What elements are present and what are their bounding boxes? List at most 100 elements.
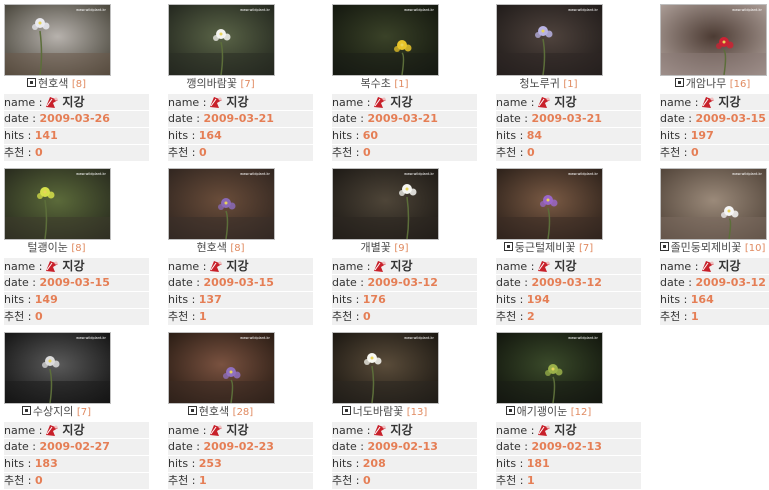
photo-image[interactable]: www.wildplant.kr [497, 169, 602, 239]
author-name[interactable]: 지강 [554, 259, 576, 273]
recommend-count: 1 [526, 474, 535, 487]
item-title-text[interactable]: 복수초 [360, 77, 390, 90]
hit-count: 176 [362, 293, 386, 306]
comment-count: [16] [729, 79, 751, 90]
item-info: name : 지강 date : 2009-03-15 hits : 137 추… [168, 258, 313, 326]
item-title[interactable]: 수상지의 [7] [0, 406, 129, 419]
author-name[interactable]: 지강 [390, 259, 412, 273]
photo-thumbnail[interactable]: www.wildplant.kr [332, 332, 439, 404]
item-title[interactable]: 복수초 [1] [312, 78, 457, 91]
recommend-row: 추천 : 1 [168, 309, 313, 325]
item-title-text[interactable]: 애기괭이눈 [517, 405, 568, 418]
item-title[interactable]: 너도바람꽃 [13] [312, 406, 457, 419]
photo-image[interactable]: www.wildplant.kr [661, 5, 766, 75]
photo-thumbnail[interactable]: www.wildplant.kr [332, 4, 439, 76]
photo-thumbnail[interactable]: www.wildplant.kr [332, 168, 439, 240]
photo-image[interactable]: www.wildplant.kr [497, 333, 602, 403]
item-title[interactable]: 현호색 [8] [0, 78, 129, 91]
photo-image[interactable]: www.wildplant.kr [5, 5, 110, 75]
recommend-count: 2 [526, 310, 535, 323]
item-title[interactable]: 현호색 [28] [148, 406, 293, 419]
item-title-text[interactable]: 현호색 [196, 241, 226, 254]
author-name[interactable]: 지강 [390, 423, 412, 437]
photo-image[interactable]: www.wildplant.kr [169, 333, 274, 403]
photo-thumbnail[interactable]: www.wildplant.kr [168, 332, 275, 404]
watermark: www.wildplant.kr [76, 8, 106, 12]
photo-image[interactable]: www.wildplant.kr [497, 5, 602, 75]
author-name[interactable]: 지강 [718, 259, 740, 273]
item-title[interactable]: 개암나무 [16] [640, 78, 769, 91]
author-name[interactable]: 지강 [62, 95, 84, 109]
hit-count: 141 [34, 129, 58, 142]
item-title-text[interactable]: 둥근털제비꽃 [515, 241, 576, 254]
recommend-count: 0 [34, 474, 43, 487]
comment-count: [1] [563, 79, 578, 90]
photo-image[interactable]: www.wildplant.kr [333, 169, 438, 239]
recommend-row: 추천 : 0 [4, 145, 149, 161]
author-name[interactable]: 지강 [62, 259, 84, 273]
photo-thumbnail[interactable]: www.wildplant.kr [660, 4, 767, 76]
item-title[interactable]: 졸민둥뫼제비꽃 [10] [640, 242, 769, 255]
author-name[interactable]: 지강 [62, 423, 84, 437]
photo-image[interactable]: www.wildplant.kr [333, 333, 438, 403]
new-post-icon [503, 242, 513, 251]
photo-thumbnail[interactable]: www.wildplant.kr [496, 4, 603, 76]
item-title-text[interactable]: 너도바람꽃 [353, 405, 404, 418]
photo-thumbnail[interactable]: www.wildplant.kr [4, 168, 111, 240]
user-icon [702, 261, 715, 272]
item-title-text[interactable]: 개별꽃 [360, 241, 390, 254]
item-title-text[interactable]: 청노루귀 [519, 77, 559, 90]
post-date: 2009-03-12 [695, 276, 766, 289]
author-name[interactable]: 지강 [390, 95, 412, 109]
photo-thumbnail[interactable]: www.wildplant.kr [496, 332, 603, 404]
comment-count: [1] [394, 79, 409, 90]
photo-image[interactable]: www.wildplant.kr [169, 169, 274, 239]
photo-image[interactable]: www.wildplant.kr [333, 5, 438, 75]
author-name[interactable]: 지강 [226, 95, 248, 109]
item-title-text[interactable]: 수상지의 [33, 405, 73, 418]
name-row: name : 지강 [496, 258, 641, 274]
hits-row: hits : 149 [4, 292, 149, 308]
author-name[interactable]: 지강 [554, 423, 576, 437]
photo-thumbnail[interactable]: www.wildplant.kr [660, 168, 767, 240]
item-title-text[interactable]: 현호색 [199, 405, 229, 418]
item-title[interactable]: 애기괭이눈 [12] [476, 406, 621, 419]
photo-image[interactable]: www.wildplant.kr [661, 169, 766, 239]
photo-image[interactable]: www.wildplant.kr [169, 5, 274, 75]
item-title[interactable]: 털괭이눈 [8] [0, 242, 129, 255]
item-title[interactable]: 청노루귀 [1] [476, 78, 621, 91]
new-post-icon [659, 242, 669, 251]
item-title-text[interactable]: 졸민둥뫼제비꽃 [671, 241, 742, 254]
watermark: www.wildplant.kr [568, 8, 598, 12]
photo-thumbnail[interactable]: www.wildplant.kr [496, 168, 603, 240]
photo-thumbnail[interactable]: www.wildplant.kr [168, 4, 275, 76]
comment-count: [7] [579, 243, 594, 254]
comment-count: [12] [570, 407, 592, 418]
new-post-icon [341, 406, 351, 415]
item-title-text[interactable]: 개암나무 [686, 77, 726, 90]
hit-count: 183 [34, 457, 58, 470]
author-name[interactable]: 지강 [226, 423, 248, 437]
comment-count: [8] [230, 243, 245, 254]
item-title[interactable]: 현호색 [8] [148, 242, 293, 255]
hits-row: hits : 194 [496, 292, 641, 308]
author-name[interactable]: 지강 [718, 95, 740, 109]
photo-thumbnail[interactable]: www.wildplant.kr [168, 168, 275, 240]
author-name[interactable]: 지강 [226, 259, 248, 273]
item-title-text[interactable]: 현호색 [38, 77, 68, 90]
item-title-text[interactable]: 털괭이눈 [27, 241, 67, 254]
photo-thumbnail[interactable]: www.wildplant.kr [4, 332, 111, 404]
author-name[interactable]: 지강 [554, 95, 576, 109]
item-title[interactable]: 깽의바람꽃 [7] [148, 78, 293, 91]
name-row: name : 지강 [4, 422, 149, 438]
photo-image[interactable]: www.wildplant.kr [5, 169, 110, 239]
user-icon [538, 425, 551, 436]
item-info: name : 지강 date : 2009-03-12 hits : 194 추… [496, 258, 641, 326]
photo-thumbnail[interactable]: www.wildplant.kr [4, 4, 111, 76]
recommend-count: 1 [198, 474, 207, 487]
item-title[interactable]: 개별꽃 [9] [312, 242, 457, 255]
watermark: www.wildplant.kr [568, 336, 598, 340]
item-title-text[interactable]: 깽의바람꽃 [186, 77, 237, 90]
photo-image[interactable]: www.wildplant.kr [5, 333, 110, 403]
item-title[interactable]: 둥근털제비꽃 [7] [476, 242, 621, 255]
